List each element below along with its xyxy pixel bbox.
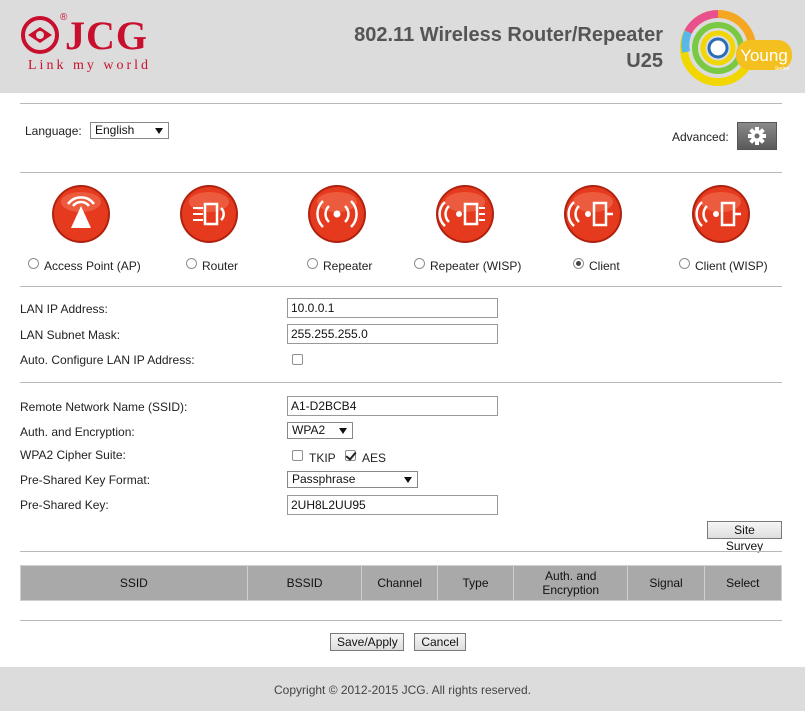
mode-label-router: Router (202, 259, 239, 273)
copyright-text: Copyright © 2012-2015 JCG. All rights re… (274, 683, 531, 697)
jcg-logo: ® JCG Link my world (20, 12, 185, 74)
divider (20, 620, 782, 621)
aes-label: AES (362, 451, 387, 465)
site-survey-button[interactable]: Site Survey (707, 521, 782, 553)
brand-slogan: Link my world (28, 58, 151, 73)
young-series-badge-icon: Young Series (680, 10, 792, 86)
mode-label-access-point: Access Point (AP) (44, 259, 141, 273)
language-selected: English (95, 123, 135, 137)
auto-config-label: Auto. Configure LAN IP Address: (20, 353, 195, 367)
product-name: 802.11 Wireless Router/Repeater (354, 24, 663, 46)
divider (20, 286, 782, 287)
column-signal: Signal (627, 565, 705, 601)
gear-icon (748, 127, 766, 145)
advanced-label: Advanced: (672, 130, 729, 144)
psk-input[interactable]: 2UH8L2UU95 (287, 495, 498, 515)
column-auth-encryption: Auth. and Encryption (513, 565, 629, 601)
column-channel: Channel (361, 565, 438, 601)
divider (20, 103, 782, 104)
column-bssid: BSSID (246, 565, 363, 601)
product-title: 802.11 Wireless Router/Repeater U25 (354, 22, 663, 74)
lan-ip-label: LAN IP Address: (20, 302, 108, 316)
mode-radio-access-point[interactable] (28, 258, 39, 269)
chevron-down-icon (339, 428, 347, 434)
column-ssid: SSID (20, 565, 248, 601)
chevron-down-icon (155, 128, 163, 134)
mode-radio-client[interactable] (573, 258, 584, 269)
brand-name: JCG (65, 13, 148, 58)
language-select[interactable]: English (90, 122, 169, 139)
chevron-down-icon (404, 477, 412, 483)
auto-config-checkbox[interactable] (292, 354, 303, 365)
language-label: Language: (25, 124, 82, 138)
aes-checkbox[interactable] (345, 450, 356, 461)
column-select: Select (703, 565, 783, 601)
key-format-label: Pre-Shared Key Format: (20, 473, 151, 487)
cancel-button[interactable]: Cancel (414, 633, 466, 651)
jcg-logo-mark-icon (21, 16, 59, 54)
mode-label-repeater-wisp: Repeater (WISP) (430, 259, 522, 273)
auth-label: Auth. and Encryption: (20, 425, 135, 439)
badge-text: Young (740, 46, 788, 65)
client-wisp-icon[interactable] (691, 184, 751, 244)
table-header-row: SSID BSSID Channel Type Auth. and Encryp… (20, 565, 783, 601)
key-format-select[interactable]: Passphrase (287, 471, 418, 488)
client-icon[interactable] (563, 184, 623, 244)
mode-radio-repeater-wisp[interactable] (414, 258, 425, 269)
key-format-selected: Passphrase (292, 472, 356, 486)
lan-subnet-input[interactable]: 255.255.255.0 (287, 324, 498, 344)
mode-label-client-wisp: Client (WISP) (695, 259, 768, 273)
column-auth-encryption-label: Auth. and Encryption (542, 569, 600, 597)
save-apply-button[interactable]: Save/Apply (330, 633, 404, 651)
mode-label-client: Client (589, 259, 620, 273)
access-point-icon[interactable] (51, 184, 111, 244)
lan-ip-input[interactable]: 10.0.0.1 (287, 298, 498, 318)
mode-radio-router[interactable] (186, 258, 197, 269)
ssid-label: Remote Network Name (SSID): (20, 400, 188, 414)
repeater-icon[interactable] (307, 184, 367, 244)
lan-subnet-label: LAN Subnet Mask: (20, 328, 121, 342)
mode-label-repeater: Repeater (323, 259, 373, 273)
repeater-wisp-icon[interactable] (435, 184, 495, 244)
cipher-label: WPA2 Cipher Suite: (20, 448, 126, 462)
mode-radio-repeater[interactable] (307, 258, 318, 269)
ssid-input[interactable]: A1-D2BCB4 (287, 396, 498, 416)
psk-label: Pre-Shared Key: (20, 498, 109, 512)
advanced-settings-button[interactable] (737, 122, 777, 150)
router-icon[interactable] (179, 184, 239, 244)
auth-select[interactable]: WPA2 (287, 422, 353, 439)
product-model: U25 (626, 50, 663, 72)
mode-radio-client-wisp[interactable] (679, 258, 690, 269)
tkip-label: TKIP (309, 451, 336, 465)
divider (20, 172, 782, 173)
page-header: ® JCG Link my world 802.11 Wireless Rout… (0, 0, 805, 93)
column-type: Type (436, 565, 515, 601)
auth-selected: WPA2 (292, 423, 326, 437)
site-survey-table: SSID BSSID Channel Type Auth. and Encryp… (20, 565, 783, 601)
divider (20, 551, 782, 552)
tkip-checkbox[interactable] (292, 450, 303, 461)
page-footer: Copyright © 2012-2015 JCG. All rights re… (0, 667, 805, 711)
divider (20, 382, 782, 383)
badge-subtext: Series (775, 66, 790, 72)
